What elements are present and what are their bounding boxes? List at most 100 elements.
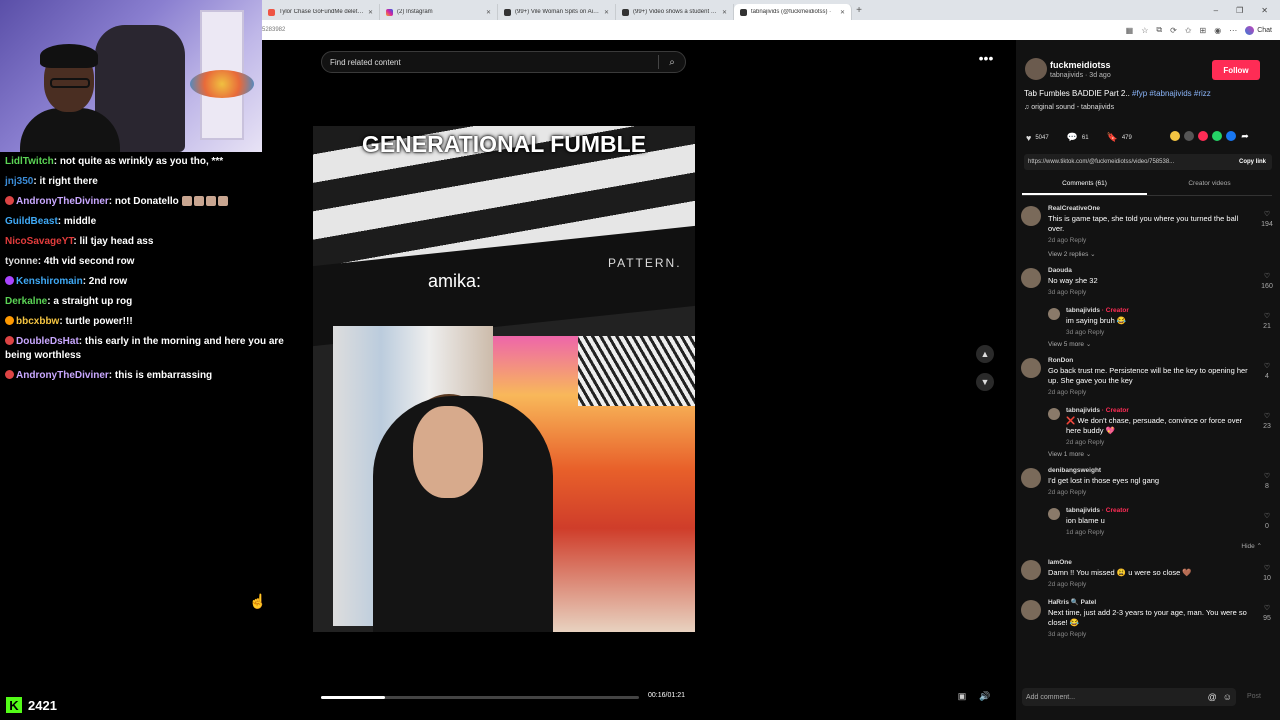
post-sound[interactable]: ♫ original sound - tabnajivids xyxy=(1024,104,1114,111)
chat-username[interactable]: tyonne xyxy=(5,256,38,267)
chat-username[interactable]: AndronyTheDiviner xyxy=(16,370,109,381)
volume-icon[interactable]: 🔊 xyxy=(978,691,992,705)
view-more-replies[interactable]: View 1 more ⌄ xyxy=(1016,450,1280,458)
close-icon[interactable]: ✕ xyxy=(604,9,609,16)
minimize-icon[interactable]: – xyxy=(1214,6,1218,15)
chat-username[interactable]: jnj350 xyxy=(5,176,33,187)
video-progress-bar[interactable] xyxy=(321,696,639,699)
comment-meta[interactable]: 3d ago Reply xyxy=(1048,630,1254,640)
embed-icon[interactable] xyxy=(1184,131,1194,141)
save-stat[interactable]: 🔖 479 xyxy=(1107,132,1132,143)
browser-tab[interactable]: (99+) Vile Woman Spits on Airline ✕ xyxy=(498,4,616,20)
facebook-icon[interactable] xyxy=(1226,131,1236,141)
comment-author[interactable]: RonDon xyxy=(1048,356,1254,366)
chat-username[interactable]: AndronyTheDiviner xyxy=(16,196,109,207)
avatar[interactable] xyxy=(1021,268,1041,288)
copilot-chat-button[interactable]: Chat xyxy=(1245,25,1272,35)
post-username[interactable]: fuckmeidiotss xyxy=(1050,60,1111,70)
browser-tab-active[interactable]: tabnajivids (@fuckmeidiotss) · ✕ xyxy=(734,4,852,20)
chat-username[interactable]: NicoSavageYT xyxy=(5,236,73,247)
star-icon[interactable]: ☆ xyxy=(1141,26,1148,35)
comment-meta[interactable]: 3d ago Reply xyxy=(1048,288,1254,298)
search-icon[interactable]: ⌕ xyxy=(659,57,685,68)
post-link[interactable]: https://www.tiktok.com/@fuckmeidiotss/vi… xyxy=(1028,159,1174,165)
reply-meta[interactable]: 1d ago Reply xyxy=(1066,528,1254,538)
reply-meta[interactable]: 3d ago Reply xyxy=(1066,328,1254,338)
more-options-icon[interactable]: ••• xyxy=(976,51,996,67)
comment-author[interactable]: IamOne xyxy=(1048,558,1254,568)
comment-author[interactable]: RealCreativeOne xyxy=(1048,204,1254,214)
mention-icon[interactable]: @ xyxy=(1208,692,1217,702)
avatar[interactable] xyxy=(1021,468,1041,488)
comment-likes[interactable]: ♡ 194 xyxy=(1260,210,1274,230)
favorites-icon[interactable]: ✩ xyxy=(1185,26,1192,35)
send-icon[interactable] xyxy=(1198,131,1208,141)
add-comment-input[interactable]: Add comment... @ ☺ xyxy=(1022,688,1236,706)
chat-username[interactable]: GuildBeast xyxy=(5,216,58,227)
close-icon[interactable]: ✕ xyxy=(722,9,727,16)
comment-author[interactable]: Daouda xyxy=(1048,266,1254,276)
close-window-icon[interactable]: ✕ xyxy=(1261,6,1268,15)
menu-icon[interactable]: ⋯ xyxy=(1229,26,1237,35)
close-icon[interactable]: ✕ xyxy=(840,9,845,16)
tab-creator-videos[interactable]: Creator videos xyxy=(1147,180,1272,195)
avatar[interactable] xyxy=(1048,308,1060,320)
close-icon[interactable]: ✕ xyxy=(368,9,373,16)
profile-icon[interactable]: ◉ xyxy=(1214,26,1221,35)
refresh-icon[interactable]: ⟳ xyxy=(1170,26,1177,35)
chat-username[interactable]: LidlTwitch xyxy=(5,156,54,167)
comment-stat[interactable]: 💬 61 xyxy=(1067,132,1089,143)
reply-author[interactable]: tabnajivids xyxy=(1066,507,1100,514)
browser-tab[interactable]: (2) Instagram ✕ xyxy=(380,4,498,20)
close-icon[interactable]: ✕ xyxy=(486,9,491,16)
reply-likes[interactable]: ♡ 0 xyxy=(1260,512,1274,532)
share-arrow-icon[interactable]: ➦ xyxy=(1240,131,1250,141)
maximize-icon[interactable]: ❐ xyxy=(1236,6,1243,15)
comment-author[interactable]: denibangsweight xyxy=(1048,466,1254,476)
comment-author[interactable]: HaRris 🔍 Patel xyxy=(1048,598,1254,608)
comment-meta[interactable]: 2d ago Reply xyxy=(1048,488,1254,498)
hashtags[interactable]: #fyp #tabnajivids #rizz xyxy=(1132,89,1211,98)
tab-comments[interactable]: Comments (61) xyxy=(1022,180,1147,195)
grid-icon[interactable]: ▦ xyxy=(1126,26,1134,35)
comment-meta[interactable]: 2d ago Reply xyxy=(1048,580,1254,590)
chat-username[interactable]: Derkalne xyxy=(5,296,47,307)
reply-likes[interactable]: ♡ 23 xyxy=(1260,412,1274,432)
reply-meta[interactable]: 2d ago Reply xyxy=(1066,438,1254,448)
comment-meta[interactable]: 2d ago Reply xyxy=(1048,388,1254,398)
avatar[interactable] xyxy=(1048,408,1060,420)
comment-likes[interactable]: ♡ 10 xyxy=(1260,564,1274,584)
reply-likes[interactable]: ♡ 21 xyxy=(1260,312,1274,332)
address-bar[interactable]: 5283982 ▦ ☆ ⧉ ⟳ ✩ ⊞ ◉ ⋯ Chat xyxy=(262,20,1280,40)
avatar[interactable] xyxy=(1021,358,1041,378)
chevron-down-icon[interactable]: ▼ xyxy=(976,373,994,391)
like-stat[interactable]: ♥ 5047 xyxy=(1026,133,1049,143)
new-tab-button[interactable]: + xyxy=(852,5,866,16)
avatar[interactable] xyxy=(1021,560,1041,580)
comment-likes[interactable]: ♡ 4 xyxy=(1260,362,1274,382)
comment-likes[interactable]: ♡ 95 xyxy=(1260,604,1274,624)
comment-meta[interactable]: 2d ago Reply xyxy=(1048,236,1254,246)
chat-username[interactable]: Kenshiromain xyxy=(16,276,83,287)
emoji-icon[interactable]: ☺ xyxy=(1223,692,1232,702)
collections-icon[interactable]: ⊞ xyxy=(1200,26,1207,35)
chevron-up-icon[interactable]: ▲ xyxy=(976,345,994,363)
miniplayer-icon[interactable]: ▣ xyxy=(955,691,969,705)
chat-username[interactable]: DoubleDsHat xyxy=(16,336,79,347)
avatar[interactable] xyxy=(1048,508,1060,520)
avatar[interactable] xyxy=(1025,58,1047,80)
extension-icon[interactable]: ⧉ xyxy=(1156,25,1162,35)
whatsapp-icon[interactable] xyxy=(1212,131,1222,141)
browser-tab[interactable]: Tylor Chase GoFundMe deleted af ✕ xyxy=(262,4,380,20)
reply-author[interactable]: tabnajivids xyxy=(1066,307,1100,314)
repost-icon[interactable] xyxy=(1170,131,1180,141)
view-more-replies[interactable]: View 2 replies ⌄ xyxy=(1016,250,1280,258)
chat-username[interactable]: bbcxbbw xyxy=(16,316,59,327)
avatar[interactable] xyxy=(1021,600,1041,620)
browser-tab[interactable]: (99+) Video shows a student being ✕ xyxy=(616,4,734,20)
search-input[interactable]: Find related content ⌕ xyxy=(321,51,686,73)
view-more-replies[interactable]: View 5 more ⌄ xyxy=(1016,340,1280,348)
post-button[interactable]: Post xyxy=(1247,693,1261,700)
follow-button[interactable]: Follow xyxy=(1212,60,1260,80)
avatar[interactable] xyxy=(1021,206,1041,226)
